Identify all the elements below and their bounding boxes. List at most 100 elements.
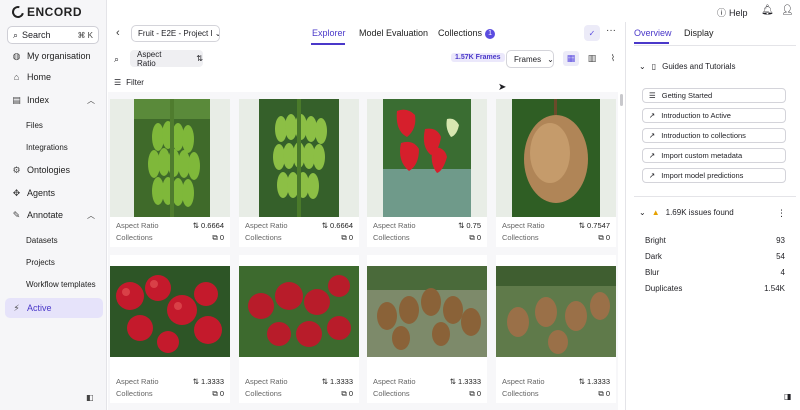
external-link-icon: ↗	[649, 111, 656, 120]
tab-display[interactable]: Display	[684, 28, 714, 38]
image-thumbnail[interactable]	[110, 266, 230, 357]
issue-row[interactable]: Blur 4	[645, 268, 785, 277]
guide-import-predictions[interactable]: ↗ Import model predictions	[642, 168, 786, 183]
frames-select[interactable]: Frames ⌄	[506, 50, 554, 68]
guide-intro-collections[interactable]: ↗ Introduction to collections	[642, 128, 786, 143]
sidebar-item-agents[interactable]: ✥ Agents	[5, 183, 103, 203]
collections-row: Collections ⧉ 0	[245, 233, 353, 243]
image-thumbnail[interactable]	[239, 99, 359, 217]
sidebar-search[interactable]: ⌕ Search ⌘ K	[7, 26, 99, 44]
grid-view-icon[interactable]: ▦	[563, 51, 579, 66]
image-card[interactable]: Aspect Ratio ⇅ 0.75 Collections ⧉ 0	[367, 99, 487, 247]
more-options-icon[interactable]: ···	[606, 25, 616, 36]
bar-chart-icon[interactable]: ▥	[584, 51, 600, 66]
sidebar-item-ontologies[interactable]: ⚙ Ontologies	[5, 160, 103, 180]
sidebar-item-home[interactable]: ⌂ Home	[5, 67, 103, 87]
aspect-ratio-label: Aspect Ratio	[245, 221, 288, 230]
image-thumbnail[interactable]	[496, 266, 616, 357]
scatter-chart-icon[interactable]: ⌇	[605, 51, 621, 66]
collections-value: 0	[219, 389, 224, 398]
search-icon: ⌕	[13, 29, 19, 40]
guides-section-header[interactable]: ⌄ ▯ Guides and Tutorials	[639, 62, 735, 71]
collapse-panel-icon[interactable]: ◨	[784, 392, 792, 401]
collections-label: Collections	[116, 233, 153, 242]
collapse-sidebar-icon[interactable]: ◧	[86, 393, 94, 402]
image-card[interactable]: Aspect Ratio ⇅ 1.3333 Collections ⧉ 0	[239, 255, 359, 403]
sort-chip[interactable]: Aspect Ratio ⇅	[130, 49, 203, 68]
sidebar-item-index[interactable]: ▤ Index ︿	[5, 90, 103, 110]
aspect-ratio-label: Aspect Ratio	[502, 377, 545, 386]
collections-row: Collections ⧉ 0	[502, 389, 610, 399]
sidebar-item-label: Agents	[27, 188, 56, 198]
guide-getting-started[interactable]: ☰ Getting Started	[642, 88, 786, 103]
image-thumbnail[interactable]	[239, 266, 359, 357]
collections-value: 0	[348, 233, 353, 242]
issue-row[interactable]: Duplicates 1.54K	[645, 284, 785, 293]
project-topbar: ‹ Fruit - E2E - Project I ⌄ Explorer Mod…	[108, 22, 628, 46]
image-thumbnail[interactable]	[367, 99, 487, 217]
issues-title: 1.69K issues found	[665, 208, 734, 217]
grid-scrollbar[interactable]	[620, 94, 623, 106]
tab-collections[interactable]: Collections 1	[438, 28, 496, 39]
guide-intro-active[interactable]: ↗ Introduction to Active	[642, 108, 786, 123]
issue-row[interactable]: Bright 93	[645, 236, 785, 245]
aspect-ratio-row: Aspect Ratio ⇅ 1.3333	[502, 377, 610, 386]
tab-model-evaluation[interactable]: Model Evaluation	[359, 28, 428, 38]
image-card[interactable]: Aspect Ratio ⇅ 1.3333 Collections ⧉ 0	[110, 255, 230, 403]
image-card[interactable]: Aspect Ratio ⇅ 1.3333 Collections ⧉ 0	[496, 255, 616, 403]
image-card[interactable]: Aspect Ratio ⇅ 0.6664 Collections ⧉ 0	[110, 99, 230, 247]
user-icon[interactable]: 👤︎	[781, 5, 794, 16]
sidebar-subitem-integrations[interactable]: Integrations	[5, 137, 103, 157]
collections-label: Collections	[116, 389, 153, 398]
guides-title: Guides and Tutorials	[662, 62, 736, 71]
sort-icon: ⇅	[449, 377, 459, 386]
aspect-ratio-row: Aspect Ratio ⇅ 0.6664	[245, 221, 353, 230]
sidebar-item-active[interactable]: ⚡ Active	[5, 298, 103, 318]
index-icon: ▤	[12, 94, 21, 105]
help-button[interactable]: ⓘ Help	[717, 6, 748, 19]
image-thumbnail[interactable]	[367, 266, 487, 357]
aspect-ratio-label: Aspect Ratio	[116, 221, 159, 230]
tab-overview[interactable]: Overview	[634, 28, 672, 38]
sidebar-subitem-workflow-templates[interactable]: Workflow templates	[5, 274, 103, 294]
guide-import-metadata[interactable]: ↗ Import custom metadata	[642, 148, 786, 163]
aspect-ratio-value: 0.7547	[587, 221, 610, 230]
aspect-ratio-value: 1.3333	[201, 377, 224, 386]
sidebar-subitem-projects[interactable]: Projects	[5, 252, 103, 272]
external-link-icon: ↗	[649, 171, 656, 180]
sidebar-subitem-files[interactable]: Files	[5, 115, 103, 135]
issue-label: Bright	[645, 236, 666, 245]
issue-value: 54	[776, 252, 785, 261]
sort-chip-label: Aspect Ratio	[137, 49, 162, 68]
divider	[634, 45, 796, 46]
bell-icon[interactable]: 🔔︎	[761, 5, 774, 16]
search-icon[interactable]: ⌕	[114, 54, 119, 65]
sidebar-item-my-organisation[interactable]: ◍ My organisation	[5, 46, 103, 66]
issue-row[interactable]: Dark 54	[645, 252, 785, 261]
issue-value: 1.54K	[764, 284, 785, 293]
sidebar-item-label: Index	[27, 95, 50, 105]
filter-toggle[interactable]: ☰ Filter	[114, 78, 144, 87]
image-thumbnail[interactable]	[496, 99, 616, 217]
sidebar-item-annotate[interactable]: ✎ Annotate ︿	[5, 205, 103, 225]
tab-explorer[interactable]: Explorer	[312, 28, 346, 38]
image-thumbnail[interactable]	[110, 99, 230, 217]
image-card[interactable]: Aspect Ratio ⇅ 1.3333 Collections ⧉ 0	[367, 255, 487, 403]
image-card[interactable]: Aspect Ratio ⇅ 0.6664 Collections ⧉ 0	[239, 99, 359, 247]
filter-icon: ☰	[114, 78, 122, 87]
back-arrow-icon[interactable]: ‹	[116, 27, 120, 39]
aspect-ratio-value: 1.3333	[458, 377, 481, 386]
sidebar-subitem-datasets[interactable]: Datasets	[5, 230, 103, 250]
aspect-ratio-value: 0.6664	[330, 221, 353, 230]
check-icon[interactable]: ✓	[584, 25, 600, 41]
issues-section-header[interactable]: ⌄ ▲ 1.69K issues found	[639, 208, 734, 217]
collections-row: Collections ⧉ 0	[116, 389, 224, 399]
collections-value: 0	[348, 389, 353, 398]
project-select[interactable]: Fruit - E2E - Project I ⌄	[131, 25, 220, 42]
more-options-icon[interactable]: ⋮	[777, 208, 786, 219]
agents-icon: ✥	[12, 187, 21, 198]
app-root: ENCORD ⌕ Search ⌘ K ◍ My organisation ⌂ …	[0, 0, 800, 410]
sort-order-icon: ⇅	[196, 54, 203, 63]
image-card[interactable]: Aspect Ratio ⇅ 0.7547 Collections ⧉ 0	[496, 99, 616, 247]
globe-icon: ◍	[12, 50, 21, 61]
